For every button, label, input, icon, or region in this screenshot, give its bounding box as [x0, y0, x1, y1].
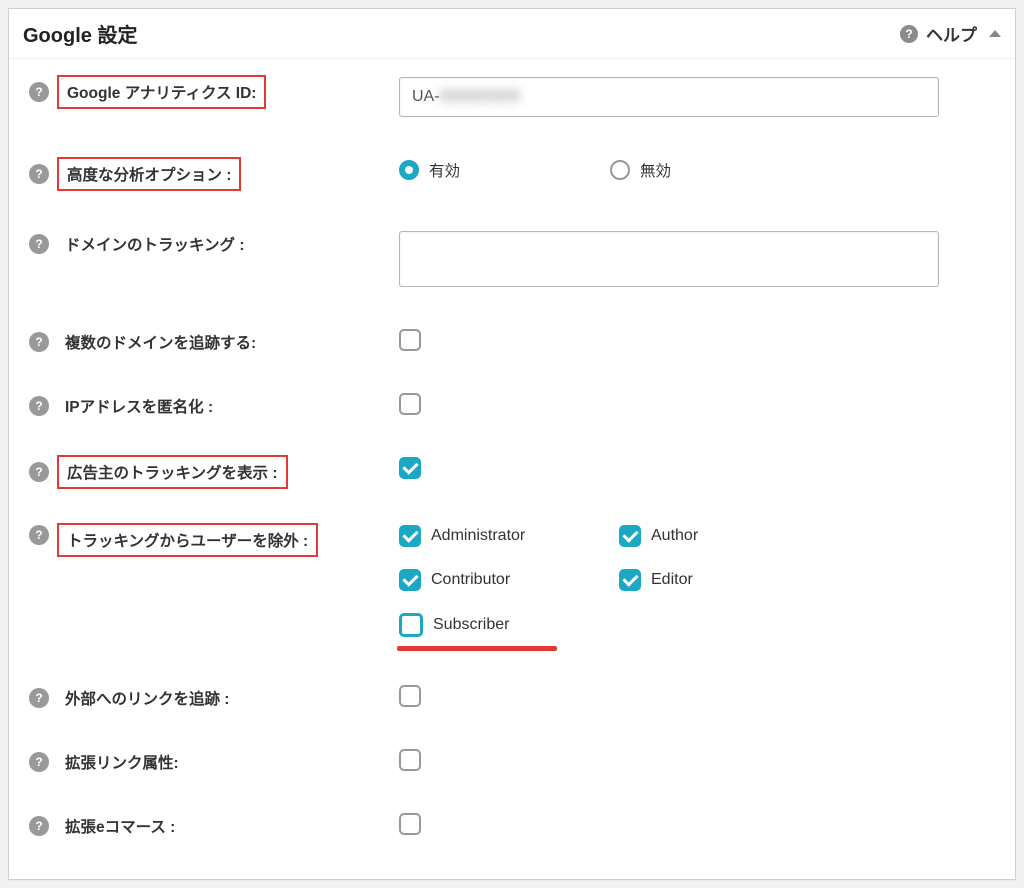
ga-id-input[interactable]: UA-000000000: [399, 77, 939, 117]
panel-title: Google 設定: [23, 19, 137, 48]
question-icon[interactable]: ?: [29, 164, 49, 184]
role-administrator-label: Administrator: [431, 527, 525, 545]
question-icon[interactable]: ?: [29, 688, 49, 708]
role-subscriber-checkbox[interactable]: [399, 613, 423, 637]
advanced-analysis-radios: 有効 無効: [399, 159, 671, 181]
annotation-underline: [397, 646, 557, 651]
label-enhanced-ecommerce: 拡張eコマース :: [59, 813, 181, 839]
role-subscriber[interactable]: Subscriber: [399, 613, 619, 637]
ga-id-prefix: UA-: [412, 88, 440, 106]
question-icon[interactable]: ?: [29, 752, 49, 772]
question-icon: ?: [900, 25, 918, 43]
role-editor-label: Editor: [651, 571, 693, 589]
role-author-label: Author: [651, 527, 698, 545]
row-domain-tracking: ? ドメインのトラッキング :: [29, 231, 995, 287]
question-icon[interactable]: ?: [29, 396, 49, 416]
track-multi-domain-checkbox[interactable]: [399, 329, 421, 351]
radio-enabled[interactable]: 有効: [399, 159, 460, 181]
label-track-outbound: 外部へのリンクを追跡 :: [59, 685, 235, 711]
track-outbound-checkbox[interactable]: [399, 685, 421, 707]
panel-body: ? Google アナリティクス ID: UA-000000000 ? 高度な分…: [9, 59, 1015, 879]
role-contributor[interactable]: Contributor: [399, 569, 619, 591]
domain-tracking-input[interactable]: [399, 231, 939, 287]
panel-header: Google 設定 ? ヘルプ: [9, 9, 1015, 59]
question-icon[interactable]: ?: [29, 525, 49, 545]
ga-id-blurred: 000000000: [440, 88, 520, 106]
caret-up-icon: [989, 30, 1001, 37]
question-icon[interactable]: ?: [29, 462, 49, 482]
question-icon[interactable]: ?: [29, 82, 49, 102]
row-exclude-users: ? トラッキングからユーザーを除外 : Administrator Author: [29, 525, 995, 637]
label-ga-id: Google アナリティクス ID:: [59, 77, 264, 107]
advertiser-tracking-checkbox[interactable]: [399, 457, 421, 479]
role-author-checkbox[interactable]: [619, 525, 641, 547]
row-anonymize-ip: ? IPアドレスを匿名化 :: [29, 393, 995, 419]
label-advertiser-tracking: 広告主のトラッキングを表示 :: [59, 457, 286, 487]
role-administrator-checkbox[interactable]: [399, 525, 421, 547]
role-subscriber-label: Subscriber: [433, 616, 509, 634]
label-anonymize-ip: IPアドレスを匿名化 :: [59, 393, 219, 419]
row-track-multi-domain: ? 複数のドメインを追跡する:: [29, 329, 995, 355]
row-enhanced-link-attr: ? 拡張リンク属性:: [29, 749, 995, 775]
anonymize-ip-checkbox[interactable]: [399, 393, 421, 415]
row-track-outbound: ? 外部へのリンクを追跡 :: [29, 685, 995, 711]
role-administrator[interactable]: Administrator: [399, 525, 619, 547]
role-editor[interactable]: Editor: [619, 569, 839, 591]
google-settings-panel: Google 設定 ? ヘルプ ? Google アナリティクス ID: UA-…: [8, 8, 1016, 880]
row-ga-id: ? Google アナリティクス ID: UA-000000000: [29, 77, 995, 117]
help-toggle[interactable]: ? ヘルプ: [900, 21, 1001, 46]
role-contributor-label: Contributor: [431, 571, 510, 589]
row-advanced-analysis: ? 高度な分析オプション : 有効 無効: [29, 159, 995, 189]
row-enhanced-ecommerce: ? 拡張eコマース :: [29, 813, 995, 839]
question-icon[interactable]: ?: [29, 816, 49, 836]
radio-disabled[interactable]: 無効: [610, 159, 671, 181]
exclude-users-grid: Administrator Author Contributor Editor: [399, 525, 839, 637]
question-icon[interactable]: ?: [29, 332, 49, 352]
radio-icon: [610, 160, 630, 180]
radio-disabled-label: 無効: [640, 159, 671, 181]
label-enhanced-link-attr: 拡張リンク属性:: [59, 749, 185, 775]
enhanced-link-attr-checkbox[interactable]: [399, 749, 421, 771]
label-advanced-analysis: 高度な分析オプション :: [59, 159, 239, 189]
question-icon[interactable]: ?: [29, 234, 49, 254]
help-label: ヘルプ: [926, 21, 977, 46]
radio-enabled-label: 有効: [429, 159, 460, 181]
radio-icon: [399, 160, 419, 180]
row-advertiser-tracking: ? 広告主のトラッキングを表示 :: [29, 457, 995, 487]
label-track-multi-domain: 複数のドメインを追跡する:: [59, 329, 262, 355]
label-exclude-users: トラッキングからユーザーを除外 :: [59, 525, 316, 555]
role-contributor-checkbox[interactable]: [399, 569, 421, 591]
enhanced-ecommerce-checkbox[interactable]: [399, 813, 421, 835]
role-editor-checkbox[interactable]: [619, 569, 641, 591]
label-domain-tracking: ドメインのトラッキング :: [59, 231, 251, 257]
role-author[interactable]: Author: [619, 525, 839, 547]
